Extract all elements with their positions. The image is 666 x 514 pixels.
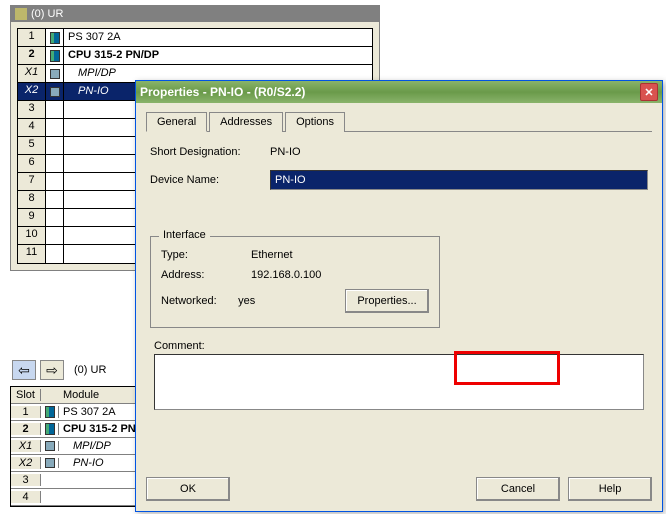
rack-slot-cell: 9 [18,209,46,226]
submodule-icon [45,441,55,451]
station-slot-cell: X1 [11,440,41,452]
rack-slot-cell: X2 [18,83,46,100]
comment-label: Comment: [146,336,652,354]
close-icon[interactable]: ✕ [640,83,658,101]
type-label: Type: [161,249,251,261]
address-value: 192.168.0.100 [251,269,371,281]
rack-title-text: (0) UR [31,8,63,20]
rack-icon-cell [46,173,64,190]
rack-icon-cell [46,209,64,226]
rack-icon-cell [46,101,64,118]
properties-dialog: Properties - PN-IO - (R0/S2.2) ✕ General… [135,80,663,512]
rack-slot-cell: 7 [18,173,46,190]
rack-label-cell: PS 307 2A [64,29,372,46]
nav-next-button[interactable]: ⇨ [40,360,64,380]
station-icon-cell [41,423,59,435]
rack-icon [15,8,27,20]
dialog-titlebar[interactable]: Properties - PN-IO - (R0/S2.2) ✕ [136,81,662,103]
dialog-title-text: Properties - PN-IO - (R0/S2.2) [140,85,305,99]
module-icon [45,406,55,418]
rack-icon-cell [46,83,64,100]
device-name-label: Device Name: [150,174,270,186]
tab-options[interactable]: Options [285,112,345,132]
station-nav-label: (0) UR [74,364,106,376]
col-slot-header: Slot [11,389,41,401]
rack-slot-cell: 11 [18,245,46,263]
networked-value: yes [238,295,341,307]
dialog-body: General Addresses Options Short Designat… [136,103,662,421]
networked-label: Networked: [161,295,238,307]
rack-slot-cell: 6 [18,155,46,172]
rack-slot-cell: 2 [18,47,46,64]
tab-general[interactable]: General [146,112,207,132]
rack-icon-cell [46,119,64,136]
station-slot-cell: 3 [11,474,41,486]
type-value: Ethernet [251,249,371,261]
rack-icon-cell [46,65,64,82]
short-designation-value: PN-IO [270,146,648,158]
rack-slot-cell: 3 [18,101,46,118]
rack-slot-cell: 8 [18,191,46,208]
rack-slot-cell: 10 [18,227,46,244]
submodule-icon [45,458,55,468]
module-icon [50,32,60,44]
cancel-button[interactable]: Cancel [476,477,560,501]
rack-slot-cell: 5 [18,137,46,154]
submodule-icon [50,69,60,79]
interface-group: Interface Type: Ethernet Address: 192.16… [150,236,440,328]
address-label: Address: [161,269,251,281]
rack-icon-cell [46,29,64,46]
rack-slot-cell: X1 [18,65,46,82]
rack-icon-cell [46,47,64,64]
dialog-button-bar: OK Cancel Help [146,477,652,501]
module-icon [45,423,55,435]
station-icon-cell [41,458,59,468]
rack-icon-cell [46,245,64,263]
station-slot-cell: 1 [11,406,41,418]
rack-slot-cell: 4 [18,119,46,136]
help-button[interactable]: Help [568,477,652,501]
rack-window-title: (0) UR [11,6,379,22]
rack-icon-cell [46,155,64,172]
submodule-icon [50,87,60,97]
ok-button[interactable]: OK [146,477,230,501]
nav-prev-button[interactable]: ⇦ [12,360,36,380]
rack-slot-cell: 1 [18,29,46,46]
device-name-input[interactable] [270,170,648,190]
rack-row[interactable]: 1 PS 307 2A [18,29,372,47]
interface-group-title: Interface [159,229,210,241]
properties-button[interactable]: Properties... [345,289,429,313]
rack-row[interactable]: 2 CPU 315-2 PN/DP [18,47,372,65]
station-slot-cell: 4 [11,491,41,503]
rack-icon-cell [46,191,64,208]
short-designation-label: Short Designation: [150,146,270,158]
station-slot-cell: 2 [11,423,41,435]
station-slot-cell: X2 [11,457,41,469]
rack-label-cell: CPU 315-2 PN/DP [64,47,372,64]
tab-bar: General Addresses Options [146,111,652,132]
comment-input[interactable] [154,354,644,410]
rack-icon-cell [46,137,64,154]
tab-addresses[interactable]: Addresses [209,112,283,132]
station-icon-cell [41,406,59,418]
rack-icon-cell [46,227,64,244]
station-icon-cell [41,441,59,451]
module-icon [50,50,60,62]
